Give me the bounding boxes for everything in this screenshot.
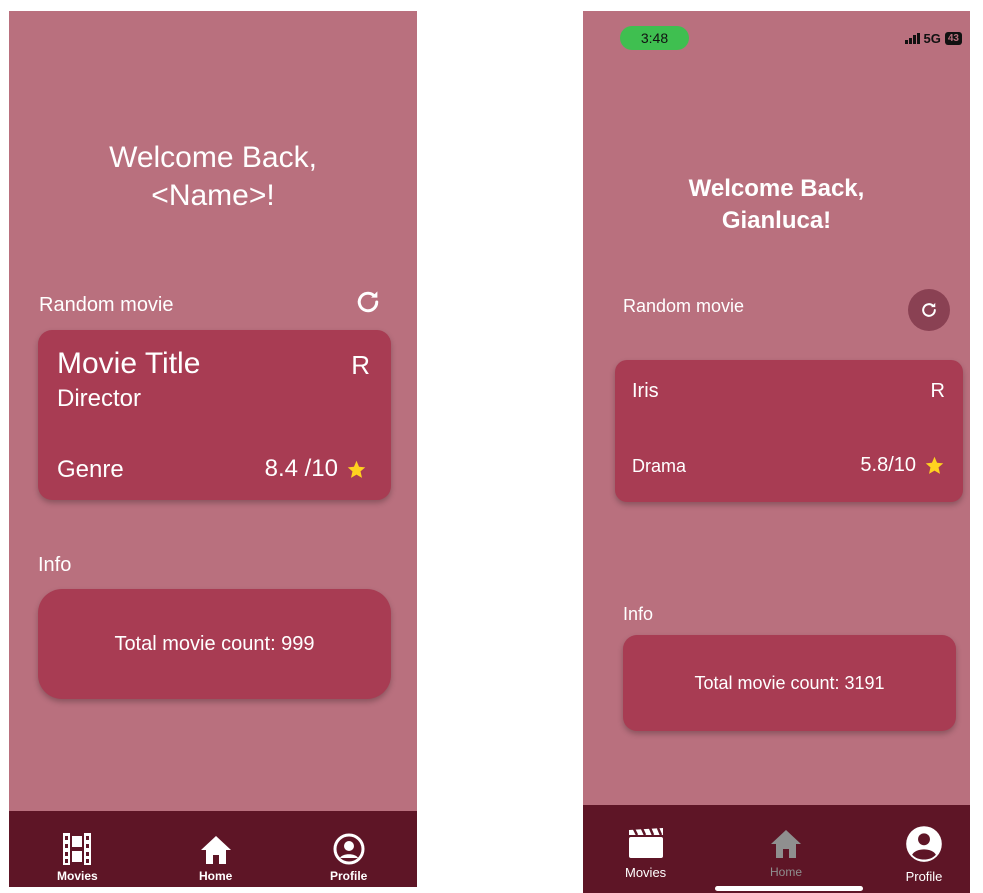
star-icon [925, 456, 944, 474]
welcome-line-1: Welcome Back, [109, 141, 317, 174]
nav-home[interactable]: Home [199, 835, 232, 883]
random-movie-label: Random movie [623, 296, 745, 316]
movie-title: Iris [632, 380, 659, 402]
total-movie-count: Total movie count: 999 [114, 632, 315, 655]
home-icon [200, 836, 231, 864]
mockup-screen: Welcome Back, <Name>! Random movie Movie… [9, 11, 417, 887]
bottom-navbar: Movies Home Profile [583, 805, 970, 893]
movie-title: Movie Title [57, 347, 201, 380]
network-label: 5G [923, 31, 941, 46]
movie-rating: R [930, 380, 945, 402]
welcome-line-2: Gianluca! [721, 207, 832, 234]
refresh-icon[interactable] [353, 287, 383, 317]
total-movie-count: Total movie count: 3191 [694, 672, 885, 693]
movie-director: Director [57, 385, 142, 412]
nav-home-label: Home [769, 865, 802, 879]
movie-rating: R [351, 350, 370, 380]
info-label: Info [623, 604, 654, 624]
nav-movies[interactable]: Movies [57, 833, 98, 883]
nav-home[interactable]: Home [769, 829, 803, 879]
device-screen: 3:48 5G 43 Welcome Back, Gianluca! Rando… [583, 11, 970, 893]
movie-genre: Genre [57, 456, 124, 483]
film-icon [628, 827, 663, 858]
profile-icon [906, 826, 942, 862]
bottom-navbar: Movies Home Profile [9, 811, 417, 887]
movie-score-row: 8.4 /10 [265, 455, 367, 483]
movie-score: 8.4 /10 [264, 455, 338, 482]
welcome-line-1: Welcome Back, [688, 175, 865, 202]
info-card: Total movie count: 999 [38, 589, 391, 699]
welcome-heading: Welcome Back, Gianluca! [583, 173, 970, 237]
info-card: Total movie count: 3191 [623, 635, 956, 731]
status-indicators: 5G 43 [904, 31, 962, 46]
nav-profile-label: Profile [905, 869, 943, 884]
profile-icon [333, 833, 365, 865]
nav-movies[interactable]: Movies [625, 827, 666, 880]
welcome-line-2: <Name>! [151, 179, 275, 212]
random-movie-label: Random movie [39, 294, 174, 316]
nav-profile[interactable]: Profile [905, 825, 943, 884]
nav-movies-label: Movies [57, 869, 98, 883]
movie-genre: Drama [632, 456, 687, 476]
nav-movies-label: Movies [625, 865, 667, 880]
nav-profile-label: Profile [330, 869, 368, 883]
refresh-button[interactable] [908, 289, 950, 331]
home-indicator[interactable] [715, 886, 863, 891]
movie-score-row: 5.8/10 [860, 454, 945, 477]
home-icon [771, 830, 801, 858]
status-time: 3:48 [620, 26, 689, 50]
nav-home-label: Home [199, 869, 233, 883]
status-time-text: 3:48 [640, 30, 669, 46]
info-label: Info [38, 554, 72, 576]
movie-score: 5.8/10 [860, 454, 916, 476]
welcome-heading: Welcome Back, <Name>! [9, 139, 417, 215]
star-icon [347, 460, 366, 478]
refresh-icon [922, 302, 936, 317]
signal-icon [904, 33, 920, 44]
battery-icon: 43 [944, 32, 962, 45]
nav-profile[interactable]: Profile [330, 833, 367, 883]
random-movie-card[interactable]: Iris R Drama 5.8/10 [615, 360, 963, 502]
random-movie-card[interactable]: Movie Title Director R Genre 8.4 /10 [38, 330, 391, 500]
film-icon [63, 833, 92, 865]
